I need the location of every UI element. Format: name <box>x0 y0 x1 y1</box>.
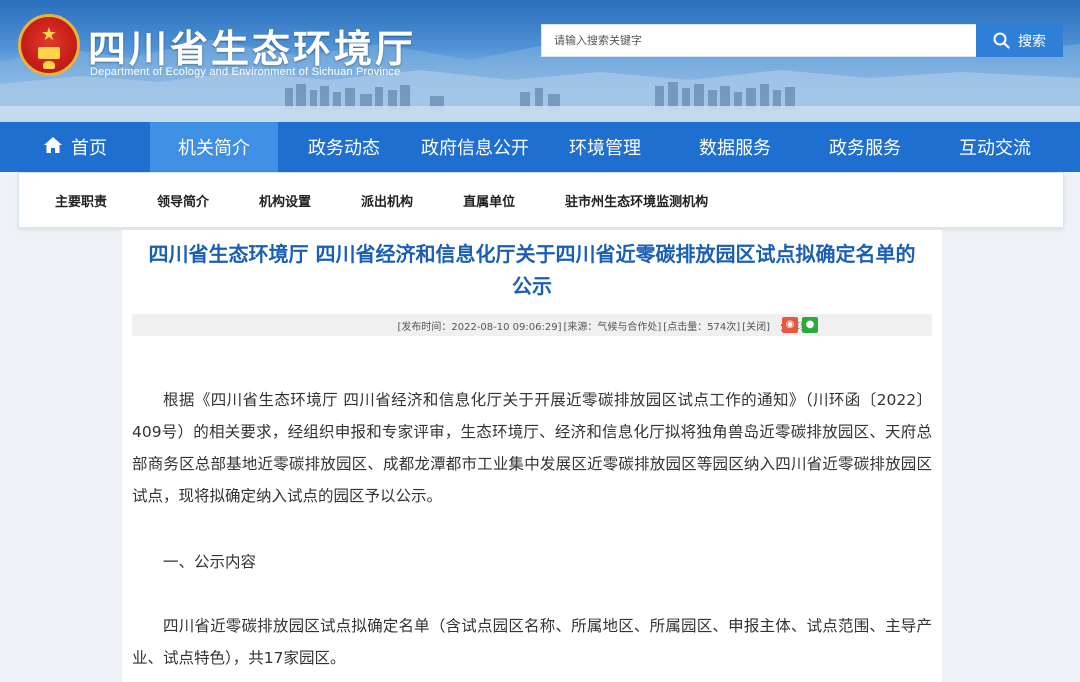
search-input[interactable] <box>541 24 976 57</box>
nav-item-info-disclosure[interactable]: 政府信息公开 <box>410 122 540 172</box>
subnav-item-duties[interactable]: 主要职责 <box>55 191 107 210</box>
nav-item-label: 数据服务 <box>699 138 771 159</box>
nav-item-label: 首页 <box>71 138 107 159</box>
article-paragraph: 四川省近零碳排放园区试点拟确定名单（含试点园区名称、所属地区、所属园区、申报主体… <box>132 617 932 667</box>
search-button[interactable]: 搜索 <box>976 24 1063 57</box>
article-meta-bar: [发布时间：2022-08-10 09:06:29] [来源：气候与合作处] [… <box>132 314 932 336</box>
wechat-share-icon[interactable]: ● <box>802 317 818 333</box>
nav-item-env-management[interactable]: 环境管理 <box>540 122 670 172</box>
article: 四川省生态环境厅 四川省经济和信息化厅关于四川省近零碳排放园区试点拟确定名单的 … <box>122 230 942 682</box>
subnav-item-structure[interactable]: 机构设置 <box>259 191 311 210</box>
search-button-label: 搜索 <box>1018 33 1046 50</box>
article-paragraph: 根据《四川省生态环境厅 四川省经济和信息化厅关于开展近零碳排放园区试点工作的通知… <box>132 391 932 505</box>
close-link[interactable]: [关闭] <box>742 318 770 333</box>
nav-item-label: 互动交流 <box>959 138 1031 159</box>
nav-item-news[interactable]: 政务动态 <box>278 122 410 172</box>
search-icon <box>993 32 1010 49</box>
subnav-item-dispatched-agencies[interactable]: 派出机构 <box>361 191 413 210</box>
click-count: [点击量：574次] <box>663 321 741 333</box>
main-nav: 首页 机关简介 政务动态 政府信息公开 环境管理 数据服务 政务服务 互动交流 <box>0 122 1080 172</box>
share-icons: ◉ ● <box>782 317 818 333</box>
nav-item-label: 政务动态 <box>308 138 380 159</box>
subnav-item-leaders[interactable]: 领导简介 <box>157 191 209 210</box>
nav-item-label: 政务服务 <box>829 138 901 159</box>
source: [来源：气候与合作处] <box>563 321 662 333</box>
weibo-share-icon[interactable]: ◉ <box>782 317 798 333</box>
site-subtitle: Department of Ecology and Environment of… <box>90 66 401 78</box>
nav-item-interaction[interactable]: 互动交流 <box>930 122 1060 172</box>
site-header: ★ 四川省生态环境厅 Department of Ecology and Env… <box>0 0 1080 122</box>
subnav-item-affiliated-units[interactable]: 直属单位 <box>463 191 515 210</box>
sub-nav: 主要职责 领导简介 机构设置 派出机构 直属单位 驻市州生态环境监测机构 <box>18 172 1064 228</box>
nav-item-data-services[interactable]: 数据服务 <box>670 122 800 172</box>
home-icon <box>43 136 63 159</box>
nav-item-label: 环境管理 <box>569 138 641 159</box>
article-title: 四川省生态环境厅 四川省经济和信息化厅关于四川省近零碳排放园区试点拟确定名单的 … <box>122 238 942 302</box>
article-section-heading: 一、公示内容 <box>163 553 257 571</box>
nav-item-home[interactable]: 首页 <box>0 122 150 172</box>
article-title-line2: 公示 <box>512 274 552 298</box>
national-emblem-icon: ★ <box>18 14 80 76</box>
nav-item-label: 政府信息公开 <box>421 138 529 159</box>
publish-time: [发布时间：2022-08-10 09:06:29] <box>397 321 562 333</box>
site-title[interactable]: 四川省生态环境厅 <box>88 18 416 73</box>
subnav-item-monitoring-agencies[interactable]: 驻市州生态环境监测机构 <box>565 191 708 210</box>
nav-item-label: 机关简介 <box>178 138 250 159</box>
nav-item-about[interactable]: 机关简介 <box>150 122 278 172</box>
nav-item-gov-services[interactable]: 政务服务 <box>800 122 930 172</box>
article-title-line1: 四川省生态环境厅 四川省经济和信息化厅关于四川省近零碳排放园区试点拟确定名单的 <box>148 242 916 266</box>
